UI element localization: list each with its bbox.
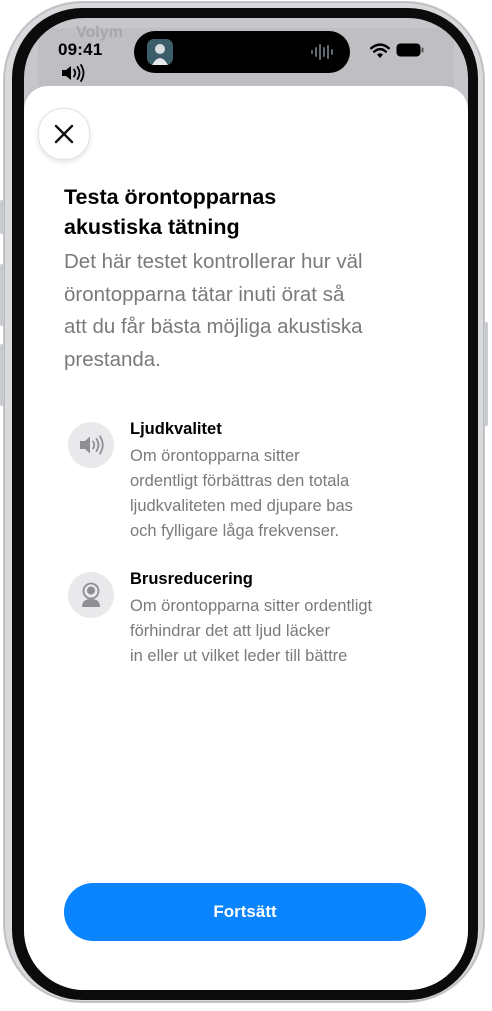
battery-icon (396, 43, 424, 57)
sheet-title: Testa örontopparnas akustiska tätning (64, 185, 277, 239)
action-button (0, 200, 4, 234)
screen: Volym 09:41 Testa örontopparnas akustisk… (24, 18, 468, 990)
dynamic-island[interactable] (134, 31, 350, 73)
close-button[interactable] (38, 108, 90, 160)
feature-description: Om örontopparna sitter ordentligt förbät… (130, 447, 353, 540)
audio-waveform-icon (311, 44, 333, 60)
status-time: 09:41 (58, 40, 103, 59)
feature-description: Om örontopparna sitter ordentligt förhin… (130, 597, 373, 665)
sheet-description: Det här testet kontrollerar hur väl öron… (64, 250, 363, 371)
now-playing-artwork (147, 39, 173, 65)
volume-up-button (0, 264, 4, 326)
volume-down-button (0, 344, 4, 406)
feature-title: Ljudkvalitet (130, 420, 222, 438)
person-icon (68, 572, 114, 618)
continue-button[interactable]: Fortsätt (64, 883, 426, 941)
close-icon (54, 124, 74, 144)
wifi-icon (370, 43, 390, 58)
feature-title: Brusreducering (130, 570, 253, 588)
speaker-icon (68, 422, 114, 468)
volume-icon (62, 64, 85, 82)
earbud-fit-test-sheet: Testa örontopparnas akustiska tätning De… (24, 86, 468, 990)
side-button (484, 322, 488, 426)
